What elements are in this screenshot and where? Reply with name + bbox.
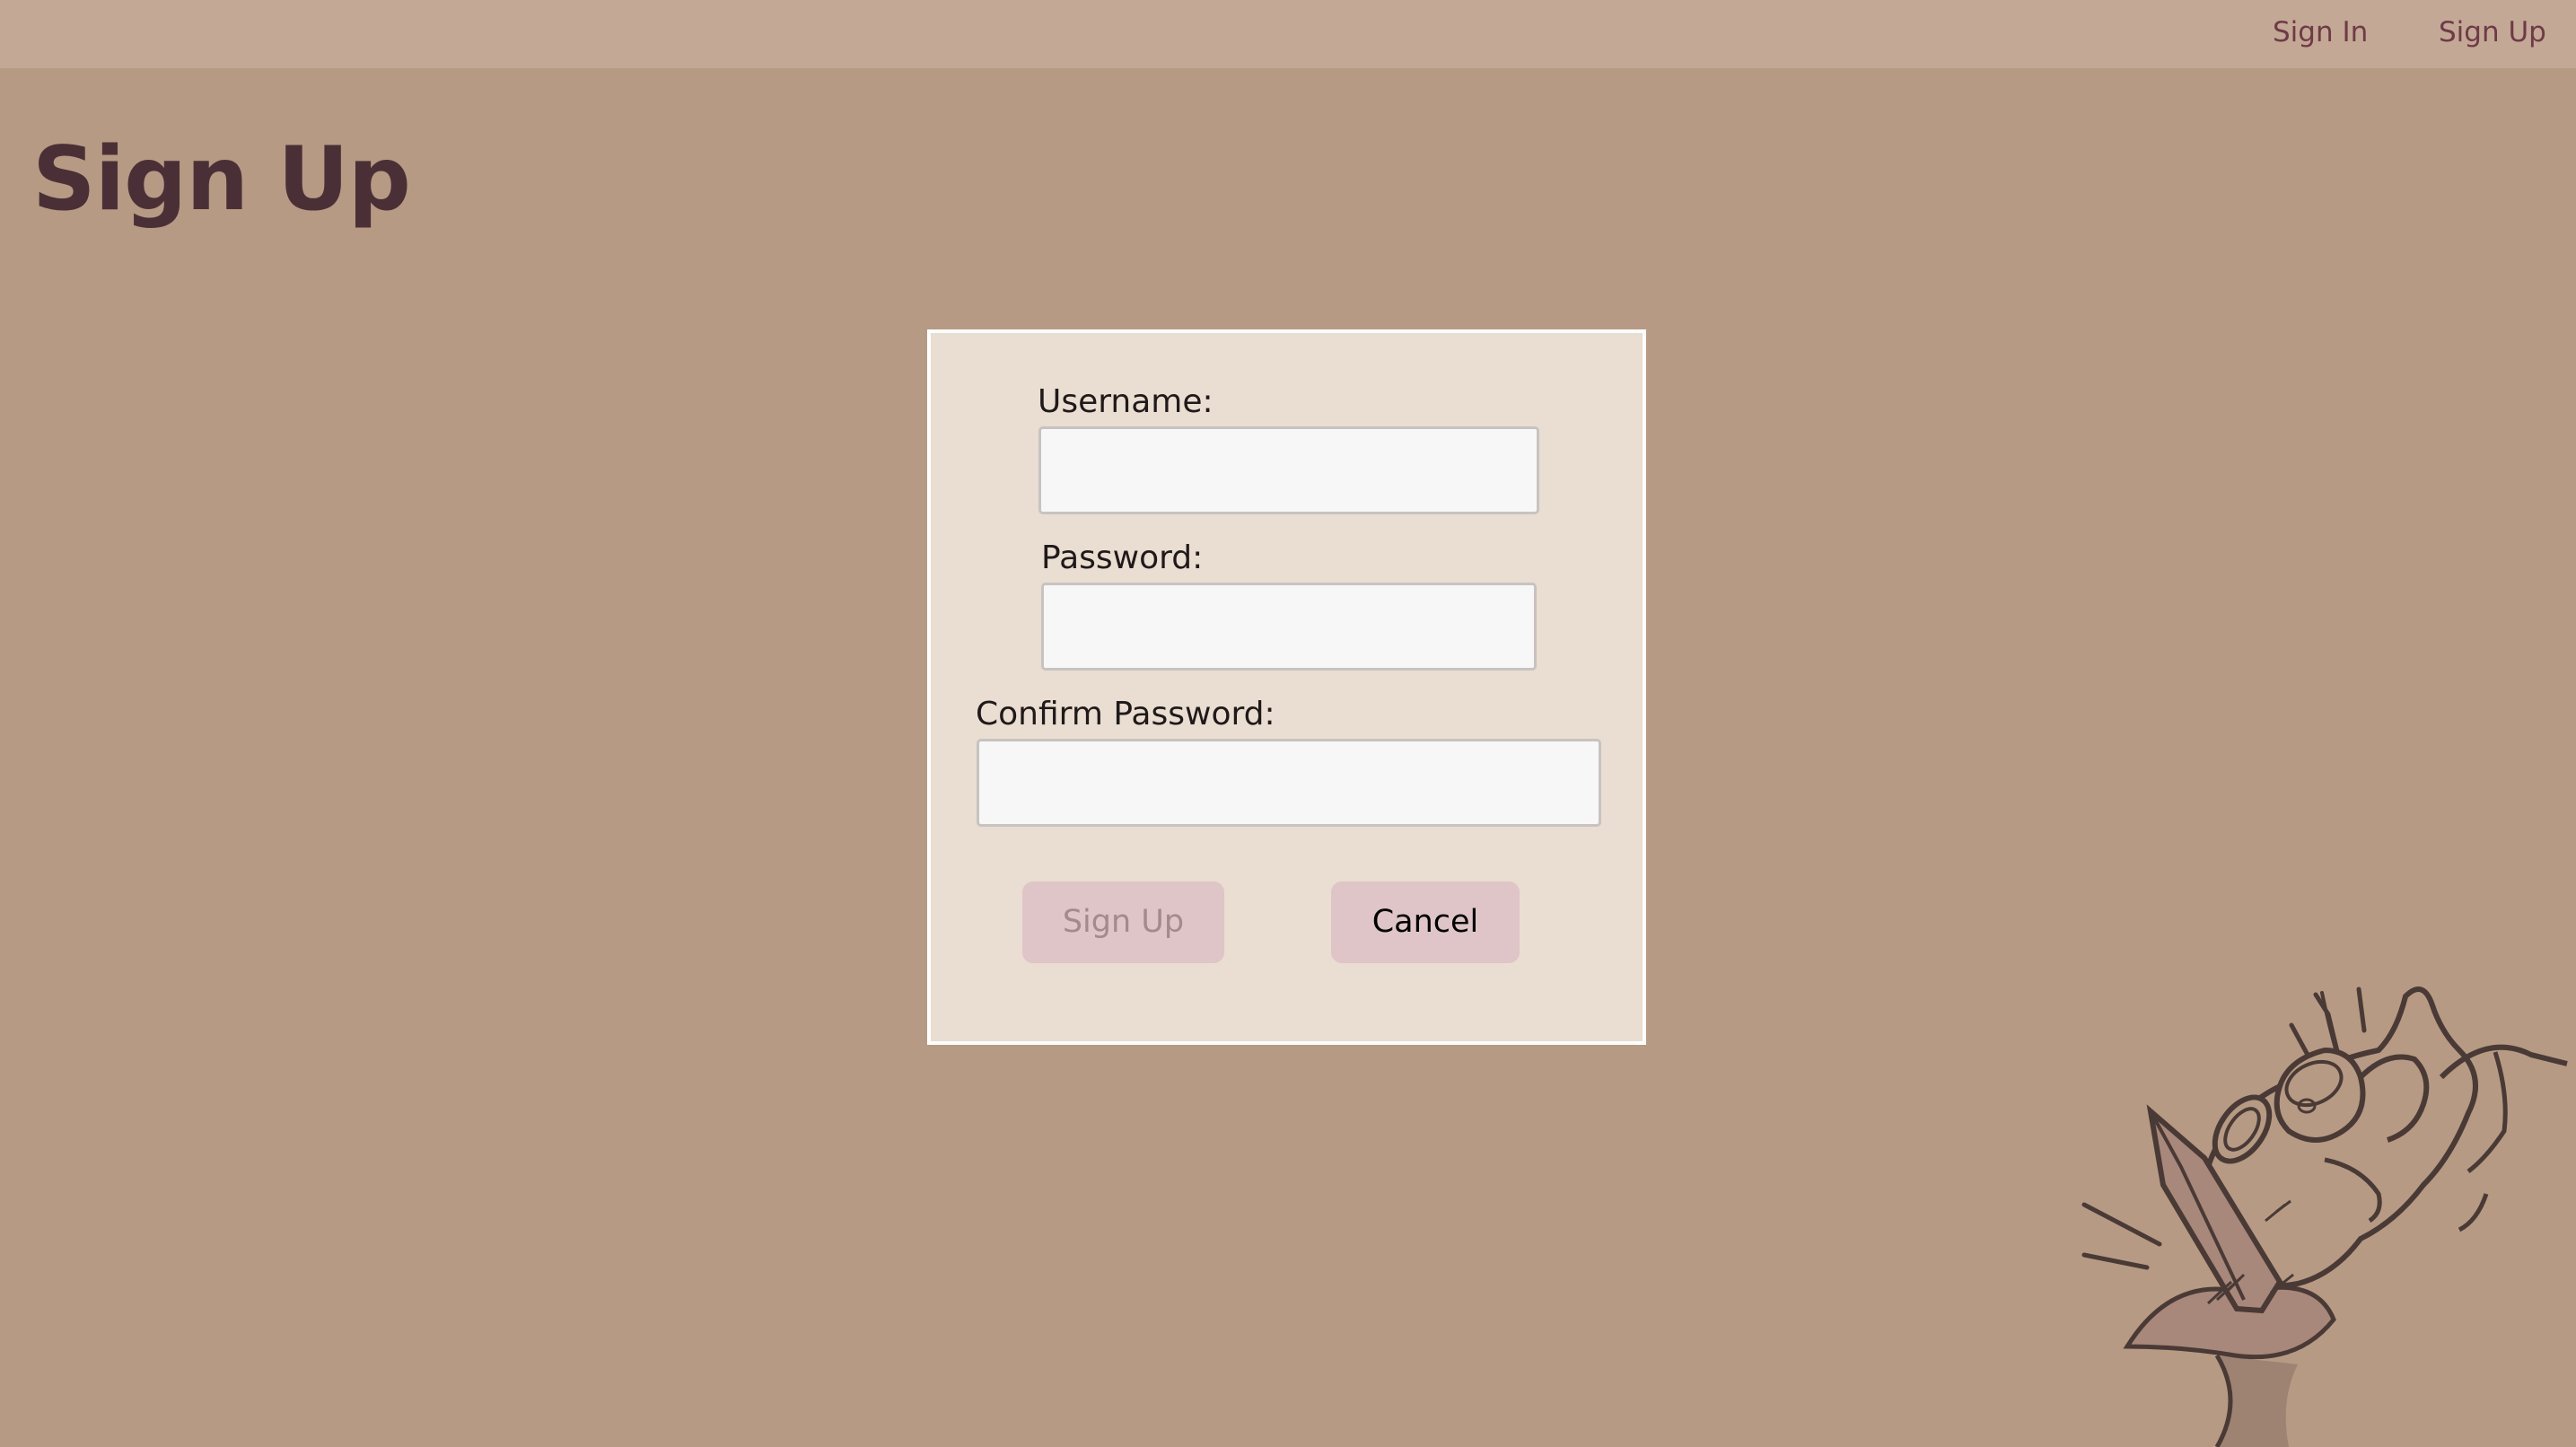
nav-sign-in-link[interactable]: Sign In [2273, 14, 2368, 50]
sign-up-button[interactable]: Sign Up [1022, 881, 1224, 963]
top-nav-bar: Sign In Sign Up [0, 0, 2576, 68]
nav-sign-up-link[interactable]: Sign Up [2439, 14, 2546, 50]
username-label: Username: [1038, 383, 1214, 420]
password-label: Password: [1041, 539, 1204, 576]
password-input[interactable] [1041, 583, 1537, 671]
hand-holding-pencil-illustration [2081, 987, 2568, 1447]
username-input[interactable] [1038, 426, 1539, 514]
confirm-password-input[interactable] [977, 739, 1601, 827]
page-title: Sign Up [32, 128, 411, 231]
confirm-password-label: Confirm Password: [976, 696, 1275, 732]
cancel-button[interactable]: Cancel [1331, 881, 1520, 963]
